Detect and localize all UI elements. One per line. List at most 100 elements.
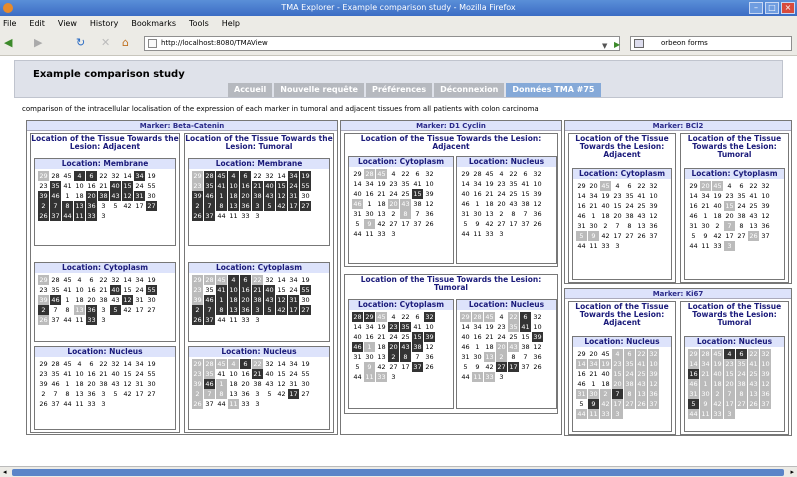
patient-cell[interactable]: 55 [300,369,311,379]
close-icon[interactable]: × [781,2,795,14]
patient-cell[interactable]: 28 [700,349,711,359]
patient-cell[interactable]: 27 [388,219,399,229]
patient-cell[interactable]: 31 [288,191,299,201]
patient-cell[interactable]: 37 [204,211,215,221]
patient-cell[interactable]: 11 [364,229,375,239]
patient-cell[interactable]: 23 [192,369,203,379]
menu-history[interactable]: History [90,19,118,28]
patient-cell[interactable]: 3 [612,241,623,251]
patient-cell[interactable]: 43 [264,191,275,201]
patient-cell[interactable]: 21 [700,369,711,379]
patient-cell[interactable]: 41 [748,359,759,369]
patient-cell[interactable]: 11 [228,211,239,221]
patient-cell[interactable]: 28 [204,359,215,369]
patient-cell[interactable]: 33 [86,399,97,409]
patient-cell[interactable]: 6 [240,359,251,369]
patient-cell[interactable]: 18 [74,191,85,201]
home-icon[interactable]: ⌂ [122,36,129,50]
patient-cell[interactable]: 8 [508,209,519,219]
patient-cell[interactable]: 30 [472,352,483,362]
patient-cell[interactable]: 21 [484,332,495,342]
patient-cell[interactable]: 7 [204,201,215,211]
patient-cell[interactable]: 4 [228,171,239,181]
patient-cell[interactable]: 34 [588,191,599,201]
patient-cell[interactable]: 11 [74,399,85,409]
patient-cell[interactable]: 23 [192,181,203,191]
patient-cell[interactable]: 22 [508,169,519,179]
patient-cell[interactable]: 11 [364,372,375,382]
patient-cell[interactable]: 55 [146,285,157,295]
patient-cell[interactable]: 55 [146,181,157,191]
patient-cell[interactable]: 38 [624,379,635,389]
patient-cell[interactable]: 35 [204,369,215,379]
patient-cell[interactable]: 28 [204,275,215,285]
patient-cell[interactable]: 22 [748,349,759,359]
patient-cell[interactable]: 24 [288,285,299,295]
patient-cell[interactable]: 24 [736,201,747,211]
patient-cell[interactable]: 5 [576,399,587,409]
patient-cell[interactable]: 35 [508,322,519,332]
patient-cell[interactable]: 43 [636,379,647,389]
patient-cell[interactable]: 44 [688,409,699,419]
patient-cell[interactable]: 29 [192,359,203,369]
patient-cell[interactable]: 28 [50,171,61,181]
patient-cell[interactable]: 19 [376,179,387,189]
patient-cell[interactable]: 32 [760,349,771,359]
patient-cell[interactable]: 15 [122,181,133,191]
patient-cell[interactable]: 40 [110,181,121,191]
patient-cell[interactable]: 15 [276,369,287,379]
patient-cell[interactable]: 23 [38,369,49,379]
patient-cell[interactable]: 30 [146,295,157,305]
patient-cell[interactable]: 33 [240,399,251,409]
patient-cell[interactable]: 35 [204,181,215,191]
patient-cell[interactable]: 16 [576,201,587,211]
patient-cell[interactable]: 5 [264,305,275,315]
patient-cell[interactable]: 26 [192,315,203,325]
patient-cell[interactable]: 31 [288,295,299,305]
patient-cell[interactable]: 46 [352,342,363,352]
patient-cell[interactable]: 45 [216,275,227,285]
patient-cell[interactable]: 35 [204,285,215,295]
patient-cell[interactable]: 17 [134,305,145,315]
patient-cell[interactable]: 44 [216,399,227,409]
patient-cell[interactable]: 33 [240,315,251,325]
patient-cell[interactable]: 1 [216,295,227,305]
patient-cell[interactable]: 22 [400,312,411,322]
patient-cell[interactable]: 33 [712,409,723,419]
patient-cell[interactable]: 44 [216,315,227,325]
patient-cell[interactable]: 4 [228,359,239,369]
patient-cell[interactable]: 25 [636,201,647,211]
patient-cell[interactable]: 17 [400,362,411,372]
patient-cell[interactable]: 32 [532,169,543,179]
patient-cell[interactable]: 22 [636,181,647,191]
patient-cell[interactable]: 25 [400,189,411,199]
patient-cell[interactable]: 6 [624,181,635,191]
patient-cell[interactable]: 16 [472,332,483,342]
patient-cell[interactable]: 31 [134,379,145,389]
patient-cell[interactable]: 18 [484,342,495,352]
patient-cell[interactable]: 11 [228,399,239,409]
patient-cell[interactable]: 16 [86,285,97,295]
patient-cell[interactable]: 26 [532,362,543,372]
patient-cell[interactable]: 30 [700,389,711,399]
patient-cell[interactable]: 31 [134,295,145,305]
patient-cell[interactable]: 37 [760,231,771,241]
patient-cell[interactable]: 55 [300,181,311,191]
patient-cell[interactable]: 43 [400,342,411,352]
patient-cell[interactable]: 14 [276,359,287,369]
patient-cell[interactable]: 26 [748,231,759,241]
patient-cell[interactable]: 4 [612,181,623,191]
patient-cell[interactable]: 37 [648,231,659,241]
patient-cell[interactable]: 26 [636,231,647,241]
patient-cell[interactable]: 30 [300,295,311,305]
patient-cell[interactable]: 36 [240,389,251,399]
patient-cell[interactable]: 22 [636,349,647,359]
patient-cell[interactable]: 27 [624,399,635,409]
patient-cell[interactable]: 32 [424,312,435,322]
patient-cell[interactable]: 17 [724,231,735,241]
patient-cell[interactable]: 43 [508,199,519,209]
patient-cell[interactable]: 3 [252,201,263,211]
patient-cell[interactable]: 9 [472,362,483,372]
patient-cell[interactable]: 17 [288,201,299,211]
patient-cell[interactable]: 11 [472,372,483,382]
